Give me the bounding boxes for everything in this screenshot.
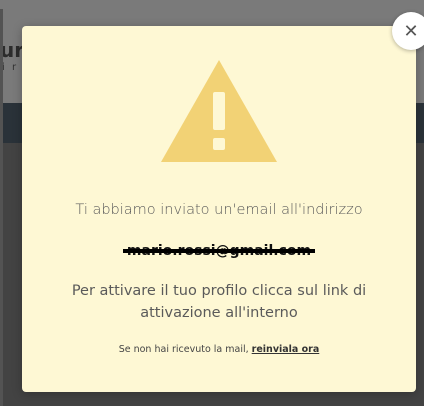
email-address-row: mario.rossi@gmail.com [22,240,416,259]
warning-exclamation-bar [213,92,225,130]
activation-instructions: Per attivare il tuo profilo clicca sul l… [71,283,367,321]
close-button[interactable]: ✕ [392,12,424,50]
close-icon: ✕ [403,20,419,42]
resend-link[interactable]: reinviala ora [252,344,320,355]
warning-exclamation-dot [213,138,225,150]
email-sent-message: Ti abbiamo inviato un'email all'indirizz… [75,202,363,218]
email-address: mario.rossi@gmail.com [122,243,316,259]
resend-prefix: Se non hai ricevuto la mail, [118,344,252,355]
warning-icon [161,60,277,162]
email-sent-dialog: Ti abbiamo inviato un'email all'indirizz… [22,26,416,392]
resend-line: Se non hai ricevuto la mail, reinviala o… [22,344,416,355]
